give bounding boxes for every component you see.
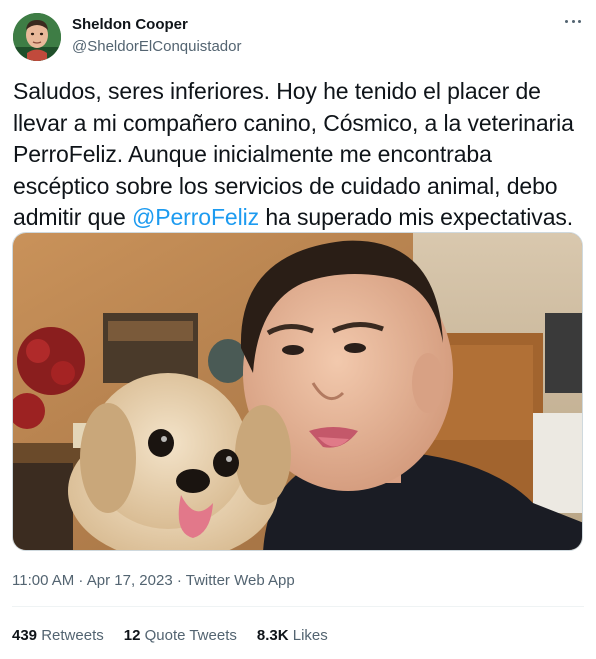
quote-tweets-stat[interactable]: 12 Quote Tweets [124, 627, 237, 644]
tweet-text-tail: ha superado mis expectativas. [259, 204, 574, 230]
author-display-name[interactable]: Sheldon Cooper [72, 16, 188, 33]
avatar-image [13, 13, 61, 61]
tweet-time[interactable]: 11:00 AM [12, 572, 74, 589]
more-horizontal-icon [565, 20, 569, 24]
retweets-stat[interactable]: 439 Retweets [12, 627, 104, 644]
tweet-stats: 439 Retweets 12 Quote Tweets 8.3K Likes [12, 627, 348, 644]
photo-man-with-dog [13, 233, 582, 550]
likes-stat[interactable]: 8.3K Likes [257, 627, 328, 644]
meta-separator: · [172, 572, 186, 589]
tweet-photo[interactable] [12, 232, 583, 551]
quote-tweets-label: Quote Tweets [144, 627, 237, 644]
more-horizontal-icon [571, 20, 575, 24]
avatar[interactable] [13, 13, 61, 61]
meta-separator: · [74, 572, 87, 589]
retweets-label: Retweets [41, 627, 104, 644]
tweet-meta: 11:00 AM · Apr 17, 2023 · Twitter Web Ap… [12, 572, 295, 589]
likes-label: Likes [292, 627, 328, 644]
retweets-count: 439 [12, 627, 38, 644]
tweet-date[interactable]: Apr 17, 2023 [87, 572, 173, 589]
tweet-source: Twitter Web App [185, 572, 295, 589]
likes-count: 8.3K [256, 627, 289, 644]
author-handle[interactable]: @SheldorElConquistador [72, 38, 242, 55]
more-options-button[interactable] [562, 12, 584, 30]
tweet-card: Sheldon Cooper @SheldorElConquistador Sa… [0, 0, 596, 659]
quote-tweets-count: 12 [123, 627, 141, 644]
more-horizontal-icon [578, 20, 582, 24]
mention-link[interactable]: @PerroFeliz [132, 204, 259, 230]
tweet-text: Saludos, seres inferiores. Hoy he tenido… [13, 76, 588, 234]
divider [12, 606, 584, 607]
